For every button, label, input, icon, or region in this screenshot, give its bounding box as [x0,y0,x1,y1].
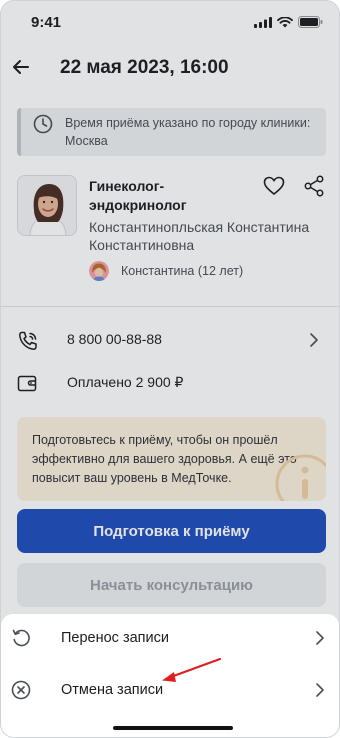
reschedule-label: Перенос записи [61,630,169,646]
reschedule-icon [12,629,30,647]
annotation-arrow-icon [162,657,222,682]
phone-screen: 9:41 22 мая 2023, 16:00 Время приёма ука… [0,0,340,738]
home-indicator [113,726,233,730]
cancel-icon [11,680,31,700]
chevron-right-icon [316,683,324,697]
cancel-label: Отмена записи [61,682,164,698]
chevron-right-icon [316,631,324,645]
